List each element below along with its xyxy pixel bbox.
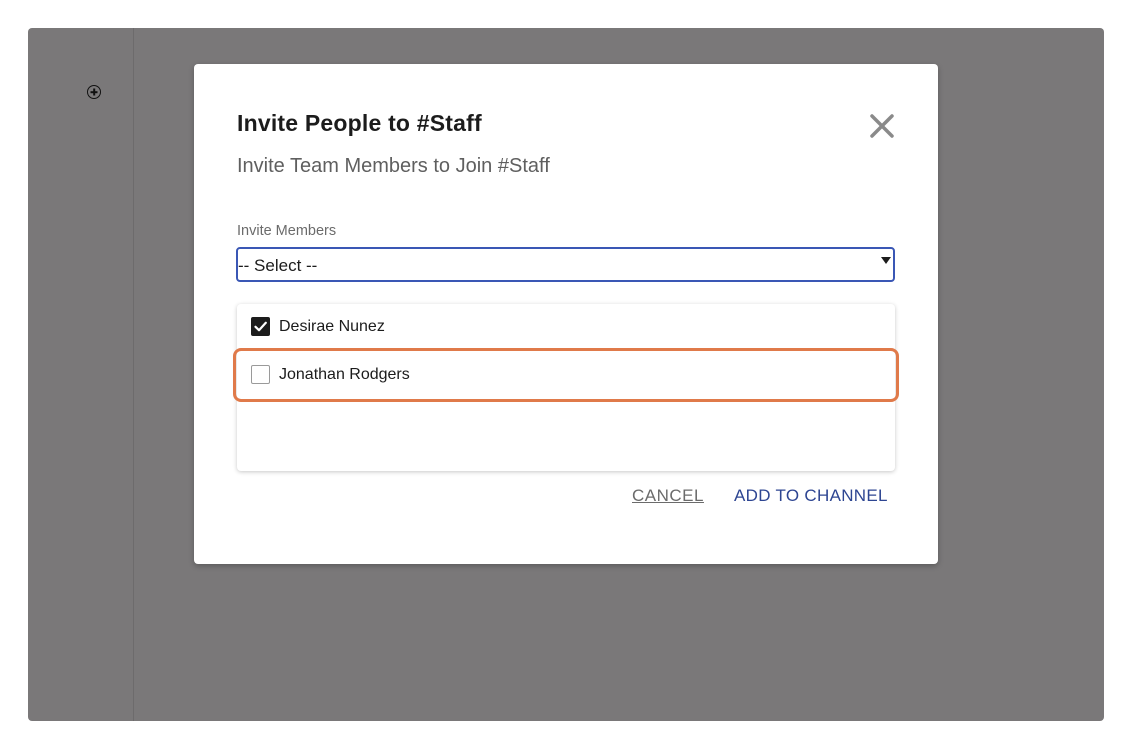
option-desirae-nunez[interactable]: Desirae Nunez [237, 307, 895, 347]
modal-title: Invite People to #Staff [237, 110, 482, 136]
option-label: Desirae Nunez [279, 318, 385, 335]
close-icon[interactable] [868, 112, 896, 140]
cancel-button[interactable]: CANCEL [632, 486, 704, 506]
caret-down-icon [881, 257, 891, 264]
invite-members-label: Invite Members [237, 223, 337, 239]
checkbox-checked-icon[interactable] [251, 317, 270, 336]
sidebar-divider [133, 28, 134, 721]
select-value: -- Select -- [238, 256, 318, 275]
add-circle-icon[interactable] [87, 85, 101, 99]
invite-modal: Invite People to #Staff Invite Team Memb… [194, 64, 938, 564]
add-to-channel-button[interactable]: ADD TO CHANNEL [734, 486, 888, 506]
members-options-list: Desirae Nunez Jonathan Rodgers [237, 304, 895, 471]
option-jonathan-rodgers[interactable]: Jonathan Rodgers [237, 355, 895, 395]
option-label: Jonathan Rodgers [279, 366, 410, 383]
checkbox-unchecked-icon[interactable] [251, 365, 270, 384]
invite-members-select[interactable]: -- Select -- [236, 247, 895, 282]
modal-subtitle: Invite Team Members to Join #Staff [237, 155, 550, 177]
